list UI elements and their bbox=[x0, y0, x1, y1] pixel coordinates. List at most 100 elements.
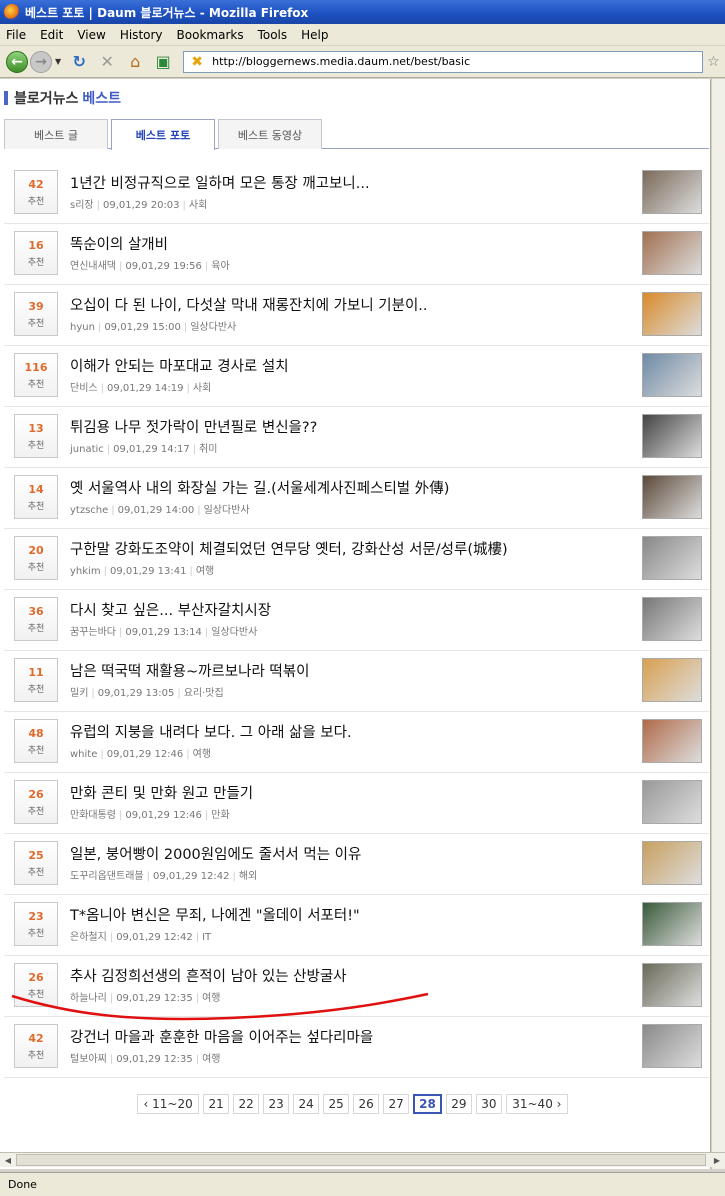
pagination-page[interactable]: 21 bbox=[203, 1094, 230, 1114]
article-title[interactable]: 이해가 안되는 마포대교 경사로 설치 bbox=[70, 355, 289, 376]
menu-file[interactable]: File bbox=[6, 28, 26, 42]
article-author[interactable]: 밀키 bbox=[70, 688, 88, 699]
article-author[interactable]: white bbox=[70, 749, 97, 760]
article-title[interactable]: 오십이 다 된 나이, 다섯살 막내 재롱잔치에 가보니 기분이.. bbox=[70, 294, 428, 315]
article-author[interactable]: s리장 bbox=[70, 200, 94, 211]
article-title[interactable]: 1년간 비정규직으로 일하며 모은 통장 깨고보니... bbox=[70, 172, 370, 193]
star-icon[interactable]: ☆ bbox=[707, 54, 720, 70]
article-title[interactable]: 튀김용 나무 젓가락이 만년필로 변신을?? bbox=[70, 416, 317, 437]
stop-icon[interactable]: ✕ bbox=[95, 51, 119, 73]
article-thumbnail[interactable] bbox=[642, 780, 702, 824]
article-thumbnail[interactable] bbox=[642, 658, 702, 702]
vote-badge[interactable]: 25 추천 bbox=[14, 841, 58, 885]
menu-view[interactable]: View bbox=[77, 28, 105, 42]
pagination-page[interactable]: 25 bbox=[323, 1094, 350, 1114]
article-category[interactable]: 사회 bbox=[193, 383, 211, 394]
menu-edit[interactable]: Edit bbox=[40, 28, 63, 42]
pagination-page[interactable]: 27 bbox=[383, 1094, 410, 1114]
vote-badge[interactable]: 36 추천 bbox=[14, 597, 58, 641]
article-author[interactable]: 꿈꾸는바다 bbox=[70, 627, 116, 638]
article-author[interactable]: 단비스 bbox=[70, 383, 98, 394]
article-title[interactable]: 다시 찾고 싶은... 부산자갈치시장 bbox=[70, 599, 271, 620]
vote-badge[interactable]: 26 추천 bbox=[14, 780, 58, 824]
menu-help[interactable]: Help bbox=[301, 28, 328, 42]
pagination-page[interactable]: 30 bbox=[475, 1094, 502, 1114]
pagination-page[interactable]: 24 bbox=[293, 1094, 320, 1114]
tab-best-videos[interactable]: 베스트 동영상 bbox=[218, 119, 322, 149]
vote-badge[interactable]: 39 추천 bbox=[14, 292, 58, 336]
article-author[interactable]: 도꾸리옵댄트래블 bbox=[70, 871, 144, 882]
article-author[interactable]: junatic bbox=[70, 444, 104, 455]
article-thumbnail[interactable] bbox=[642, 597, 702, 641]
article-category[interactable]: 여행 bbox=[193, 749, 211, 760]
home-icon[interactable]: ⌂ bbox=[123, 51, 147, 73]
article-author[interactable]: 은하철지 bbox=[70, 932, 107, 943]
article-title[interactable]: 유럽의 지붕을 내려다 보다. 그 아래 삶을 보다. bbox=[70, 721, 352, 742]
article-title[interactable]: 남은 떡국떡 재활용~까르보나라 떡볶이 bbox=[70, 660, 309, 681]
article-author[interactable]: 만화대통령 bbox=[70, 810, 116, 821]
menu-tools[interactable]: Tools bbox=[258, 28, 288, 42]
article-author[interactable]: hyun bbox=[70, 322, 95, 333]
article-category[interactable]: 여행 bbox=[202, 993, 220, 1004]
article-thumbnail[interactable] bbox=[642, 353, 702, 397]
vote-badge[interactable]: 14 추천 bbox=[14, 475, 58, 519]
vote-badge[interactable]: 26 추천 bbox=[14, 963, 58, 1007]
article-thumbnail[interactable] bbox=[642, 231, 702, 275]
article-title[interactable]: 옛 서울역사 내의 화장실 가는 길.(서울세계사진페스티벌 外傳) bbox=[70, 477, 449, 498]
menu-history[interactable]: History bbox=[120, 28, 163, 42]
article-category[interactable]: 일상다반사 bbox=[190, 322, 236, 333]
back-button[interactable]: ← bbox=[6, 50, 28, 73]
article-category[interactable]: 만화 bbox=[211, 810, 229, 821]
article-title[interactable]: T*옴니아 변신은 무죄, 나에겐 "올데이 서포터!" bbox=[70, 904, 360, 925]
article-category[interactable]: 여행 bbox=[196, 566, 214, 577]
pagination-prev[interactable]: ‹ 11~20 bbox=[137, 1094, 200, 1114]
article-thumbnail[interactable] bbox=[642, 414, 702, 458]
article-category[interactable]: 사회 bbox=[189, 200, 207, 211]
article-title[interactable]: 추사 김정희선생의 흔적이 남아 있는 산방굴사 bbox=[70, 965, 347, 986]
bookmark-page-icon[interactable]: ▣ bbox=[151, 51, 175, 73]
vote-badge[interactable]: 42 추천 bbox=[14, 1024, 58, 1068]
tab-best-photos[interactable]: 베스트 포토 bbox=[111, 119, 215, 150]
article-thumbnail[interactable] bbox=[642, 292, 702, 336]
pagination-page[interactable]: 26 bbox=[353, 1094, 380, 1114]
vote-badge[interactable]: 23 추천 bbox=[14, 902, 58, 946]
article-category[interactable]: 여행 bbox=[202, 1054, 220, 1065]
article-title[interactable]: 일본, 붕어빵이 2000원임에도 줄서서 먹는 이유 bbox=[70, 843, 361, 864]
article-category[interactable]: 취미 bbox=[199, 444, 217, 455]
forward-button[interactable]: → bbox=[30, 50, 52, 73]
vote-badge[interactable]: 16 추천 bbox=[14, 231, 58, 275]
pagination-page[interactable]: 23 bbox=[263, 1094, 290, 1114]
horizontal-scroll-thumb[interactable] bbox=[16, 1154, 706, 1166]
article-category[interactable]: 요리·맛집 bbox=[184, 688, 224, 699]
article-title[interactable]: 강건너 마을과 훈훈한 마음을 이어주는 섶다리마을 bbox=[70, 1026, 373, 1047]
pagination-page[interactable]: 28 bbox=[413, 1094, 442, 1114]
vote-badge[interactable]: 42 추천 bbox=[14, 170, 58, 214]
vote-badge[interactable]: 48 추천 bbox=[14, 719, 58, 763]
pagination-next[interactable]: 31~40 › bbox=[505, 1094, 568, 1114]
article-thumbnail[interactable] bbox=[642, 719, 702, 763]
article-thumbnail[interactable] bbox=[642, 902, 702, 946]
horizontal-scrollbar[interactable]: ◀ ▶ bbox=[0, 1152, 725, 1167]
pagination-page[interactable]: 22 bbox=[233, 1094, 260, 1114]
article-thumbnail[interactable] bbox=[642, 963, 702, 1007]
article-thumbnail[interactable] bbox=[642, 1024, 702, 1068]
scroll-left-icon[interactable]: ◀ bbox=[2, 1154, 14, 1166]
vote-badge[interactable]: 20 추천 bbox=[14, 536, 58, 580]
vote-badge[interactable]: 116 추천 bbox=[14, 353, 58, 397]
vertical-scrollbar[interactable] bbox=[711, 79, 725, 1169]
scroll-right-icon[interactable]: ▶ bbox=[711, 1154, 723, 1166]
article-thumbnail[interactable] bbox=[642, 536, 702, 580]
article-category[interactable]: IT bbox=[202, 932, 211, 943]
tab-best-posts[interactable]: 베스트 글 bbox=[4, 119, 108, 149]
article-title[interactable]: 똑순이의 살개비 bbox=[70, 233, 168, 254]
article-thumbnail[interactable] bbox=[642, 170, 702, 214]
article-author[interactable]: yhkim bbox=[70, 566, 101, 577]
article-author[interactable]: 연신내새댁 bbox=[70, 261, 116, 272]
article-title[interactable]: 구한말 강화도조약이 체결되었던 연무당 옛터, 강화산성 서문/성루(城樓) bbox=[70, 538, 508, 559]
article-category[interactable]: 일상다반사 bbox=[204, 505, 250, 516]
reload-icon[interactable]: ↻ bbox=[67, 51, 91, 73]
article-author[interactable]: 털보아찌 bbox=[70, 1054, 107, 1065]
article-category[interactable]: 해외 bbox=[239, 871, 257, 882]
article-title[interactable]: 만화 콘티 및 만화 원고 만들기 bbox=[70, 782, 253, 803]
article-category[interactable]: 일상다반사 bbox=[211, 627, 257, 638]
